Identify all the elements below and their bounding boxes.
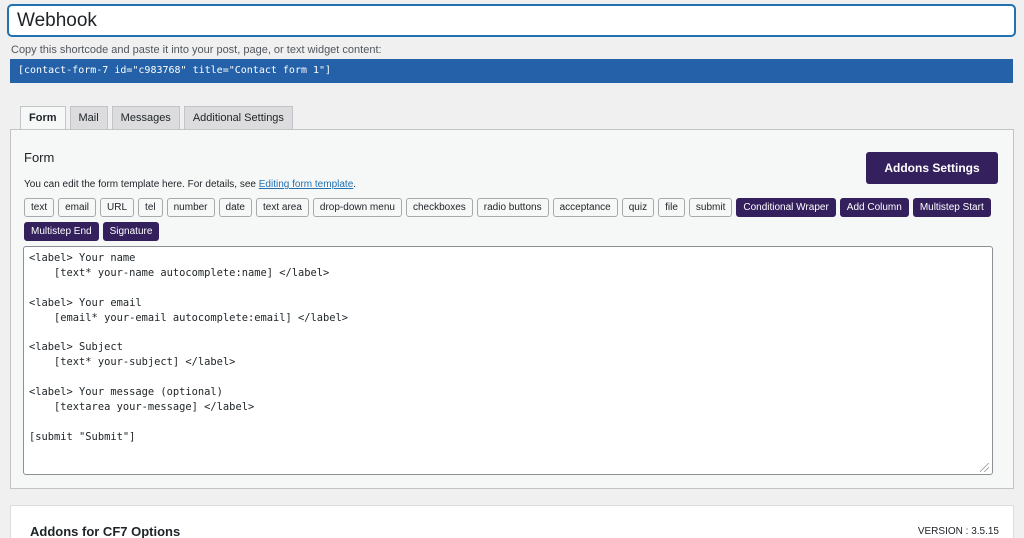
tag-button-quiz[interactable]: quiz	[621, 198, 655, 217]
tab-form[interactable]: Form	[20, 106, 66, 131]
version-label: VERSION : 3.5.15	[917, 526, 999, 537]
tag-button-radio[interactable]: radio buttons	[476, 198, 549, 217]
tag-button-dropdown[interactable]: drop-down menu	[312, 198, 402, 217]
tag-generator-row-1: text email URL tel number date text area…	[24, 198, 1004, 217]
tab-additional-settings[interactable]: Additional Settings	[183, 106, 293, 130]
tag-button-text[interactable]: text	[24, 198, 55, 217]
description-suffix: .	[353, 179, 357, 190]
description-text: You can edit the form template here. For…	[24, 179, 259, 190]
tag-button-email[interactable]: email	[58, 198, 97, 217]
tag-button-multistep-start[interactable]: Multistep Start	[912, 198, 991, 217]
shortcode-label: Copy this shortcode and paste it into yo…	[11, 44, 382, 56]
tab-messages[interactable]: Messages	[111, 106, 180, 130]
addons-settings-button[interactable]: Addons Settings	[866, 152, 998, 184]
editing-form-template-link[interactable]: Editing form template	[259, 179, 354, 190]
resize-handle-icon[interactable]	[980, 463, 989, 472]
tab-mail[interactable]: Mail	[69, 106, 108, 130]
addons-options-title: Addons for CF7 Options	[30, 524, 181, 538]
form-title-input[interactable]	[8, 5, 1015, 36]
tag-button-checkboxes[interactable]: checkboxes	[405, 198, 473, 217]
tag-button-signature[interactable]: Signature	[102, 222, 160, 241]
tag-button-date[interactable]: date	[218, 198, 252, 217]
tag-button-submit[interactable]: submit	[688, 198, 733, 217]
panel-title: Form	[24, 150, 55, 165]
tag-button-add-column[interactable]: Add Column	[839, 198, 909, 217]
form-template-editor[interactable]: <label> Your name [text* your-name autoc…	[23, 246, 993, 475]
shortcode-field[interactable]: [contact-form-7 id="c983768" title="Cont…	[10, 59, 1013, 83]
addons-options-panel: Addons for CF7 Options VERSION : 3.5.15	[10, 505, 1014, 538]
tag-button-textarea[interactable]: text area	[255, 198, 309, 217]
tag-button-multistep-end[interactable]: Multistep End	[24, 222, 99, 241]
form-description: You can edit the form template here. For…	[24, 179, 356, 190]
tag-button-acceptance[interactable]: acceptance	[552, 198, 618, 217]
tag-generator-row-2: Multistep End Signature	[24, 222, 1004, 241]
form-panel: Form Addons Settings You can edit the fo…	[10, 129, 1014, 489]
tag-button-tel[interactable]: tel	[138, 198, 163, 217]
tag-button-file[interactable]: file	[658, 198, 685, 217]
editor-tabs: Form Mail Messages Additional Settings	[20, 106, 293, 131]
tag-button-number[interactable]: number	[166, 198, 215, 217]
tag-button-url[interactable]: URL	[100, 198, 135, 217]
tag-button-conditional-wraper[interactable]: Conditional Wraper	[736, 198, 836, 217]
